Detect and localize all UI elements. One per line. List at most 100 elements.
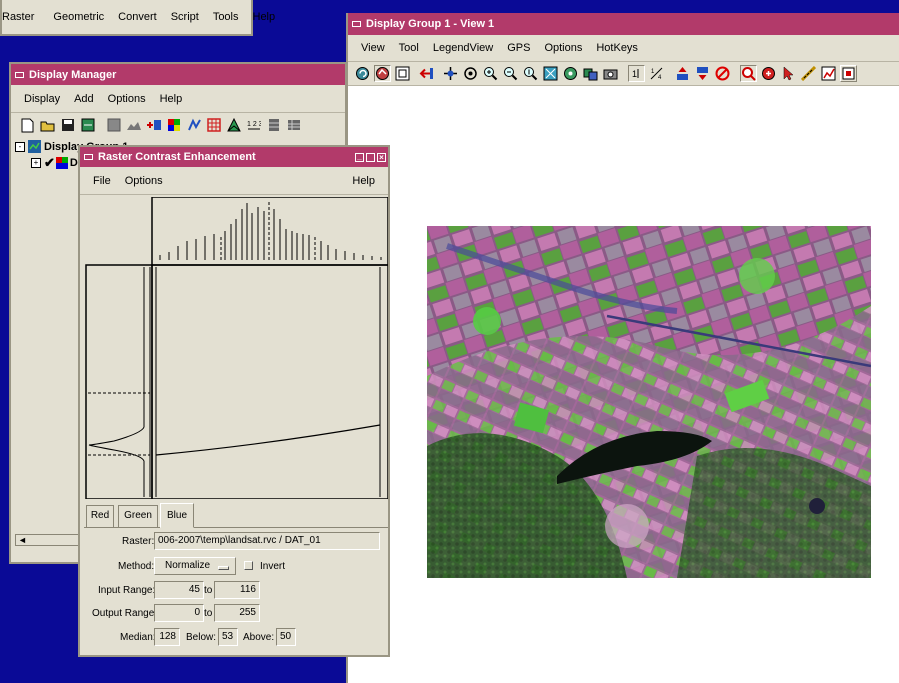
rce-titlebar[interactable]: Raster Contrast Enhancement _ × xyxy=(80,147,388,167)
below-field[interactable]: 53 xyxy=(218,628,238,646)
visible-checkmark-icon[interactable]: ✔ xyxy=(44,156,55,169)
expand-icon[interactable]: + xyxy=(31,157,41,168)
median-field[interactable]: 128 xyxy=(154,628,180,646)
new-file-icon[interactable] xyxy=(19,117,36,134)
menu-convert[interactable]: Convert xyxy=(111,11,164,23)
view-menu-legendview[interactable]: LegendView xyxy=(426,42,500,54)
input-max-field[interactable]: 116 xyxy=(214,581,260,599)
output-max-field[interactable]: 255 xyxy=(214,604,260,622)
menu-help[interactable]: Help xyxy=(246,11,283,23)
contrast-curve[interactable] xyxy=(155,424,381,456)
cancel-draw-icon[interactable] xyxy=(714,65,731,82)
rce-menu-help[interactable]: Help xyxy=(345,175,382,187)
region-tool-icon[interactable] xyxy=(840,65,857,82)
tab-blue[interactable]: Blue xyxy=(160,503,194,528)
zoom-out-icon[interactable] xyxy=(502,65,519,82)
main-menubar: Raster Geometric Convert Script Tools He… xyxy=(2,0,275,34)
view-titlebar[interactable]: Display Group 1 - View 1 xyxy=(348,13,899,35)
zoom-full-icon[interactable] xyxy=(542,65,559,82)
collapse-icon[interactable]: - xyxy=(15,141,25,152)
window-menu-icon[interactable] xyxy=(84,154,93,160)
svg-text:1: 1 xyxy=(632,69,637,79)
zoom-1x-icon[interactable] xyxy=(522,65,539,82)
rce-title: Raster Contrast Enhancement xyxy=(98,151,256,163)
redraw-icon[interactable] xyxy=(354,65,371,82)
add-text-icon[interactable]: 1 2 3 xyxy=(245,117,262,134)
dm-menu-help[interactable]: Help xyxy=(153,93,190,105)
add-database-icon[interactable] xyxy=(265,117,282,134)
median-label: Median: xyxy=(120,632,156,643)
add-raster-icon[interactable] xyxy=(105,117,122,134)
zoom-box-icon[interactable] xyxy=(462,65,479,82)
output-to-label: to xyxy=(204,608,213,619)
menu-geometric[interactable]: Geometric xyxy=(46,11,111,23)
horizontal-scrollbar[interactable]: ◄ xyxy=(15,534,81,546)
full-view-icon[interactable] xyxy=(394,65,411,82)
window-menu-icon[interactable] xyxy=(352,21,361,27)
save-icon[interactable] xyxy=(59,117,76,134)
pan-icon[interactable] xyxy=(442,65,459,82)
layer-down-icon[interactable] xyxy=(694,65,711,82)
raster-path-field[interactable]: 006-2007\temp\landsat.rvc / DAT_01 xyxy=(154,532,380,550)
view-menu-gps[interactable]: GPS xyxy=(500,42,537,54)
menu-script[interactable]: Script xyxy=(164,11,206,23)
satellite-raster-image[interactable] xyxy=(427,226,871,578)
view-menu-options[interactable]: Options xyxy=(537,42,589,54)
maximize-button[interactable] xyxy=(366,152,375,162)
add-table-icon[interactable] xyxy=(285,117,302,134)
select-arrow-icon[interactable] xyxy=(780,65,797,82)
layer-up-icon[interactable] xyxy=(674,65,691,82)
add-tin-icon[interactable] xyxy=(225,117,242,134)
method-value: Normalize xyxy=(165,560,211,571)
add-rgb-icon[interactable] xyxy=(165,117,182,134)
camera-icon[interactable] xyxy=(602,65,619,82)
view-menu-hotkeys[interactable]: HotKeys xyxy=(589,42,645,54)
contrast-plot-area[interactable] xyxy=(84,197,388,499)
dm-menu-display[interactable]: Display xyxy=(17,93,67,105)
invert-label: Invert xyxy=(260,561,286,572)
add-surface-icon[interactable] xyxy=(125,117,142,134)
display-manager-toolbar: 1 2 3 xyxy=(11,114,345,136)
close-button[interactable]: × xyxy=(377,152,386,162)
input-min-field[interactable]: 45 xyxy=(154,581,204,599)
minimize-button[interactable]: _ xyxy=(355,152,364,162)
dm-menu-options[interactable]: Options xyxy=(101,93,153,105)
open-folder-icon[interactable] xyxy=(39,117,56,134)
scale-1-icon[interactable]: 1 xyxy=(628,65,645,82)
group-view-icon[interactable] xyxy=(582,65,599,82)
above-field[interactable]: 50 xyxy=(276,628,296,646)
layer-properties-icon[interactable] xyxy=(79,117,96,134)
rce-menu-file[interactable]: File xyxy=(86,175,118,187)
tab-red[interactable]: Red xyxy=(86,505,114,527)
view-menu-tool[interactable]: Tool xyxy=(392,42,426,54)
layer-label[interactable]: D xyxy=(70,157,78,169)
measure-icon[interactable] xyxy=(800,65,817,82)
above-label: Above: xyxy=(243,632,275,643)
reset-view-icon[interactable] xyxy=(374,65,391,82)
invert-checkbox[interactable] xyxy=(244,561,253,570)
method-dropdown[interactable]: Normalize xyxy=(154,557,236,575)
add-layer-icon[interactable] xyxy=(145,117,162,134)
tree-layer-row[interactable]: + ✔ D xyxy=(31,156,78,169)
add-vector-icon[interactable] xyxy=(185,117,202,134)
output-min-field[interactable]: 0 xyxy=(154,604,204,622)
scale-ratio-icon[interactable]: 14 xyxy=(648,65,665,82)
add-cad-icon[interactable] xyxy=(205,117,222,134)
tab-green[interactable]: Green xyxy=(118,505,158,527)
previous-view-icon[interactable] xyxy=(418,65,435,82)
zoom-tool-icon[interactable] xyxy=(740,65,757,82)
stop-icon[interactable] xyxy=(760,65,777,82)
locate-icon[interactable] xyxy=(562,65,579,82)
below-label: Below: xyxy=(186,632,217,643)
display-manager-titlebar[interactable]: Display Manager xyxy=(11,64,345,85)
dm-menu-add[interactable]: Add xyxy=(67,93,101,105)
rce-menu-options[interactable]: Options xyxy=(118,175,170,187)
display-group-icon xyxy=(28,140,41,153)
window-menu-icon[interactable] xyxy=(15,71,24,78)
zoom-in-icon[interactable] xyxy=(482,65,499,82)
menu-raster[interactable]: Raster xyxy=(2,11,46,23)
graph-tool-icon[interactable] xyxy=(820,65,837,82)
view-menu-view[interactable]: View xyxy=(354,42,392,54)
menu-tools[interactable]: Tools xyxy=(206,11,246,23)
scroll-left-icon[interactable]: ◄ xyxy=(18,535,27,545)
